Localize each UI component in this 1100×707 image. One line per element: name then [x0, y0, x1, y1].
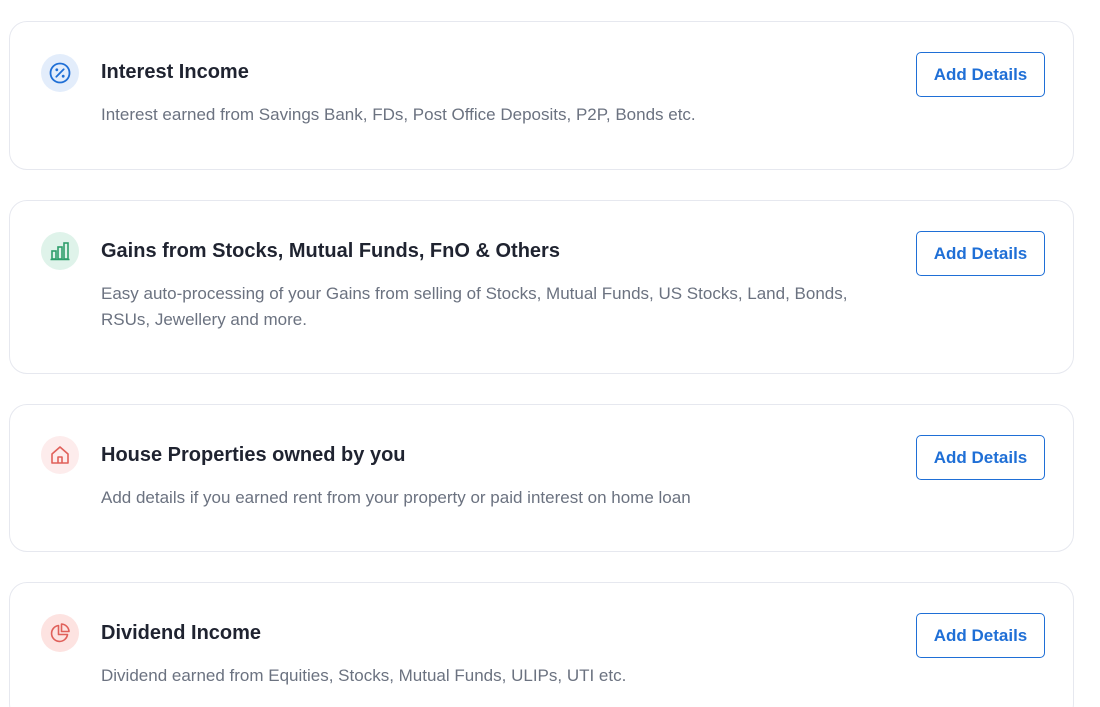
card-title: House Properties owned by you	[101, 444, 406, 466]
card-description: Easy auto-processing of your Gains from …	[101, 284, 848, 329]
add-details-button[interactable]: Add Details	[916, 613, 1045, 658]
card-description: Add details if you earned rent from your…	[101, 488, 691, 507]
income-card-dividend: Dividend Income Dividend earned from Equ…	[9, 582, 1074, 707]
percent-icon	[41, 54, 79, 92]
card-title: Dividend Income	[101, 622, 262, 644]
income-card-house: House Properties owned by you Add detail…	[9, 404, 1074, 552]
income-sources-list: Interest Income Interest earned from Sav…	[0, 0, 1100, 707]
pie-chart-icon	[41, 614, 79, 652]
income-card-gains: Gains from Stocks, Mutual Funds, FnO & O…	[9, 200, 1074, 374]
card-title: Interest Income	[101, 61, 249, 83]
income-card-interest: Interest Income Interest earned from Sav…	[9, 21, 1074, 170]
add-details-button[interactable]: Add Details	[916, 231, 1045, 276]
card-title: Gains from Stocks, Mutual Funds, FnO & O…	[101, 240, 560, 262]
add-details-button[interactable]: Add Details	[916, 52, 1045, 97]
house-icon	[41, 436, 79, 474]
card-description: Interest earned from Savings Bank, FDs, …	[101, 105, 696, 124]
bar-chart-icon	[41, 232, 79, 270]
card-description: Dividend earned from Equities, Stocks, M…	[101, 666, 627, 685]
add-details-button[interactable]: Add Details	[916, 435, 1045, 480]
